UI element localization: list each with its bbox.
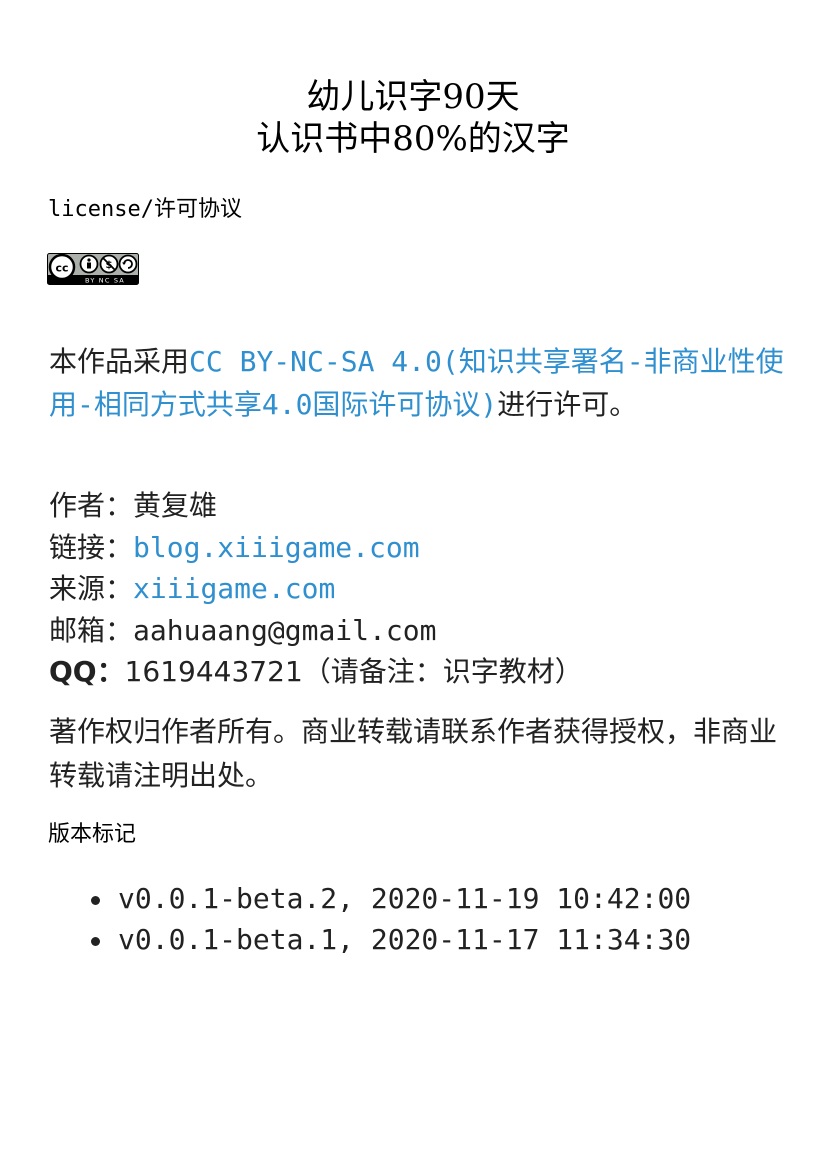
badge-label: BY NC SA [85, 277, 125, 285]
author-info: 作者：黄复雄 链接：blog.xiiigame.com 来源：xiiigame.… [49, 485, 583, 693]
bullet-icon [91, 896, 100, 905]
title-line-2: 认识书中80%的汉字 [256, 119, 570, 159]
blog-link[interactable]: blog.xiiigame.com [133, 531, 420, 564]
license-paragraph: 本作品采用CC BY-NC-SA 4.0(知识共享署名-非商业性使用-相同方式共… [49, 340, 784, 426]
version-heading: 版本标记 [48, 822, 137, 847]
qq-label: QQ： [49, 655, 125, 688]
license-text-prefix: 本作品采用 [49, 345, 190, 378]
author-name: 黄复雄 [133, 489, 218, 522]
qq-row: QQ：1619443721（请备注：识字教材） [49, 651, 583, 693]
svg-text:cc: cc [55, 262, 68, 275]
email-row: 邮箱：aahuaang@gmail.com [49, 610, 583, 652]
license-text-suffix: 进行许可。 [497, 388, 638, 421]
email-label: 邮箱： [49, 613, 134, 647]
qq-number: 1619443721 [124, 655, 303, 688]
version-list: v0.0.1-beta.2, 2020-11-19 10:42:00 v0.0.… [88, 878, 691, 960]
cc-by-nc-sa-badge-icon[interactable]: cc $ BY NC SA [47, 253, 139, 285]
version-entry: v0.0.1-beta.2, 2020-11-19 10:42:00 [118, 882, 692, 915]
version-entry: v0.0.1-beta.1, 2020-11-17 11:34:30 [118, 923, 692, 956]
author-row: 作者：黄复雄 [49, 485, 583, 527]
link-row: 链接：blog.xiiigame.com [49, 527, 583, 569]
title-line-1: 幼儿识字90天 [306, 77, 520, 117]
qq-note: （请备注：识字教材） [302, 655, 583, 688]
link-label: 链接： [49, 530, 134, 564]
list-item: v0.0.1-beta.1, 2020-11-17 11:34:30 [88, 919, 691, 960]
source-link[interactable]: xiiigame.com [133, 572, 335, 605]
email-address: aahuaang@gmail.com [133, 613, 437, 647]
list-item: v0.0.1-beta.2, 2020-11-19 10:42:00 [88, 878, 691, 919]
license-heading: license/许可协议 [48, 197, 242, 222]
source-label: 来源： [49, 572, 134, 605]
copyright-notice: 著作权归作者所有。商业转载请联系作者获得授权，非商业转载请注明出处。 [49, 715, 778, 792]
author-label: 作者： [49, 489, 134, 522]
bullet-icon [91, 937, 100, 946]
source-row: 来源：xiiigame.com [49, 568, 583, 610]
document-title: 幼儿识字90天 认识书中80%的汉字 [0, 76, 826, 160]
